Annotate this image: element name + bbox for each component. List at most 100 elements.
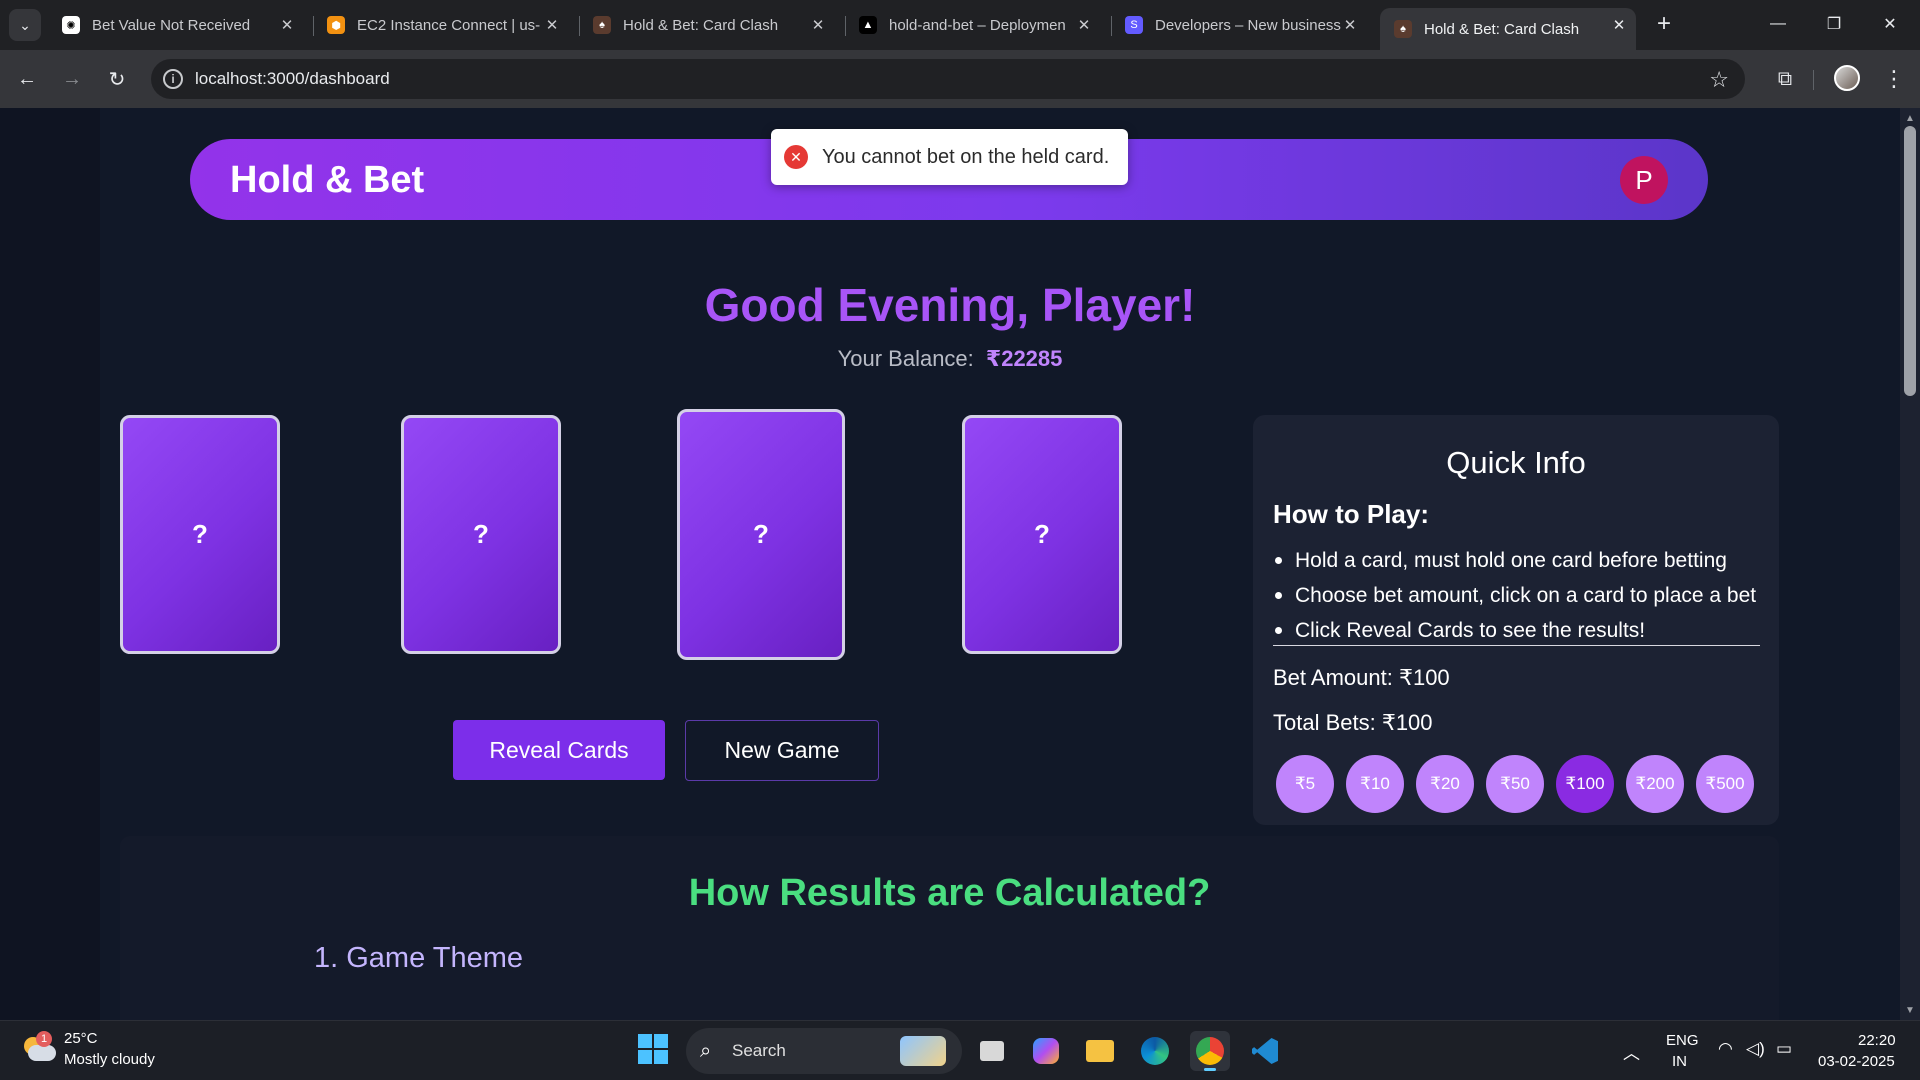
divider	[1273, 645, 1760, 646]
weather-temp[interactable]: 25°C	[64, 1030, 98, 1047]
page-scrollbar[interactable]: ▲ ▼	[1900, 108, 1920, 1020]
address-bar[interactable]: i localhost:3000/dashboard ☆	[151, 59, 1745, 99]
language-indicator[interactable]: ENG	[1666, 1032, 1699, 1049]
chevron-up-icon[interactable]: ︿	[1623, 1039, 1640, 1064]
game-card-1[interactable]: ?	[120, 415, 280, 654]
list-item: Choose bet amount, click on a card to pl…	[1273, 578, 1756, 613]
greeting-heading: Good Evening, Player!	[704, 279, 1196, 331]
browser-toolbar: ← → ↻ i localhost:3000/dashboard ☆ ⧉ ⋮	[0, 50, 1920, 108]
card-face-text: ?	[192, 519, 208, 549]
windows-start-icon[interactable]	[638, 1034, 670, 1066]
tab-title: hold-and-bet – Deploymen	[889, 16, 1066, 34]
balance-label: Your Balance:	[837, 346, 974, 371]
browser-tab-5[interactable]: S Developers – New business ✕	[1111, 8, 1367, 42]
new-game-button[interactable]: New Game	[685, 720, 879, 781]
file-explorer-icon[interactable]	[1080, 1031, 1120, 1071]
tab-title: EC2 Instance Connect | us-	[357, 16, 541, 34]
tab-search-button[interactable]: ⌄	[9, 9, 41, 41]
bullet-icon	[1275, 627, 1282, 634]
scroll-up-icon[interactable]: ▲	[1904, 112, 1916, 124]
list-item: Hold a card, must hold one card before b…	[1273, 543, 1756, 578]
chip-5[interactable]: ₹5	[1276, 755, 1334, 813]
error-toast: ✕ You cannot bet on the held card.	[771, 129, 1128, 185]
toast-message: You cannot bet on the held card.	[822, 145, 1110, 168]
cloud-shape	[28, 1045, 56, 1061]
quick-info-title: Quick Info	[1446, 445, 1586, 480]
error-icon: ✕	[784, 145, 808, 169]
aws-icon: ⬢	[327, 16, 345, 34]
game-card-3-held[interactable]: ?	[677, 409, 845, 660]
browser-tab-3[interactable]: ♠ Hold & Bet: Card Clash ✕	[579, 8, 835, 42]
scrollbar-thumb[interactable]	[1904, 126, 1916, 396]
chip-200[interactable]: ₹200	[1626, 755, 1684, 813]
kebab-menu-icon[interactable]: ⋮	[1880, 63, 1908, 95]
card-face-text: ?	[1034, 519, 1050, 549]
game-card-4[interactable]: ?	[962, 415, 1122, 654]
url-text[interactable]: localhost:3000/dashboard	[195, 69, 390, 89]
chip-500[interactable]: ₹500	[1696, 755, 1754, 813]
battery-icon[interactable]: ▭	[1776, 1039, 1792, 1059]
copilot-icon[interactable]	[1026, 1031, 1066, 1071]
total-bets-text: Total Bets: ₹100	[1273, 710, 1433, 735]
region-indicator[interactable]: IN	[1672, 1053, 1687, 1070]
bullet-icon	[1275, 592, 1282, 599]
tab-title: Bet Value Not Received	[92, 16, 251, 34]
browser-tab-1[interactable]: ✺ Bet Value Not Received ✕	[48, 8, 304, 42]
reload-icon[interactable]: ↻	[101, 63, 133, 95]
close-icon[interactable]: ✕	[1610, 16, 1628, 34]
vscode-icon[interactable]	[1245, 1031, 1285, 1071]
extensions-icon[interactable]: ⧉	[1769, 63, 1801, 95]
forward-arrow-icon[interactable]: →	[56, 63, 88, 95]
wifi-icon[interactable]: ◠	[1718, 1039, 1733, 1059]
list-item: Click Reveal Cards to see the results!	[1273, 613, 1756, 648]
search-highlight-image	[900, 1036, 946, 1066]
taskbar-search[interactable]: ⌕ Search	[686, 1028, 962, 1074]
chrome-icon[interactable]	[1190, 1031, 1230, 1071]
search-icon: ⌕	[700, 1040, 712, 1062]
close-window-icon[interactable]: ✕	[1867, 8, 1913, 40]
game-card-2[interactable]: ?	[401, 415, 561, 654]
chip-20[interactable]: ₹20	[1416, 755, 1474, 813]
browser-tab-4[interactable]: ▲ hold-and-bet – Deploymen ✕	[845, 8, 1101, 42]
profile-avatar[interactable]	[1834, 65, 1860, 91]
balance-value: ₹22285	[985, 346, 1063, 371]
rule-text: Hold a card, must hold one card before b…	[1295, 548, 1727, 572]
site-info-icon[interactable]: i	[163, 69, 183, 89]
reveal-cards-button[interactable]: Reveal Cards	[453, 720, 665, 780]
clock-time[interactable]: 22:20	[1858, 1032, 1896, 1049]
browser-tab-6-active[interactable]: ♠ Hold & Bet: Card Clash ✕	[1380, 8, 1636, 50]
new-tab-button[interactable]: +	[1650, 10, 1678, 38]
clock-date[interactable]: 03-02-2025	[1818, 1053, 1895, 1070]
close-icon[interactable]: ✕	[543, 16, 561, 34]
windows-taskbar: 1 25°C Mostly cloudy ⌕ Search ︿ ENG IN ◠…	[0, 1020, 1920, 1080]
browser-tab-2[interactable]: ⬢ EC2 Instance Connect | us- ✕	[313, 8, 569, 42]
close-icon[interactable]: ✕	[809, 16, 827, 34]
restore-icon[interactable]: ❐	[1811, 8, 1857, 40]
weather-icon[interactable]: 1	[22, 1031, 56, 1063]
tab-title: Developers – New business	[1155, 16, 1341, 34]
chip-10[interactable]: ₹10	[1346, 755, 1404, 813]
page-viewport: Hold & Bet P ✕ You cannot bet on the hel…	[0, 108, 1900, 1020]
quick-info-panel: Quick Info How to Play: Hold a card, mus…	[1253, 415, 1779, 825]
browser-tab-bar: ⌄ ✺ Bet Value Not Received ✕ ⬢ EC2 Insta…	[0, 0, 1920, 50]
chip-100-selected[interactable]: ₹100	[1556, 755, 1614, 813]
close-icon[interactable]: ✕	[278, 16, 296, 34]
scroll-down-icon[interactable]: ▼	[1904, 1004, 1916, 1016]
task-view-icon[interactable]	[972, 1031, 1012, 1071]
weather-condition[interactable]: Mostly cloudy	[64, 1051, 155, 1068]
back-arrow-icon[interactable]: ←	[11, 63, 43, 95]
close-icon[interactable]: ✕	[1341, 16, 1359, 34]
chip-50[interactable]: ₹50	[1486, 755, 1544, 813]
minimize-icon[interactable]: —	[1755, 8, 1801, 40]
bookmark-star-icon[interactable]: ☆	[1709, 67, 1729, 93]
rule-text: Click Reveal Cards to see the results!	[1295, 618, 1646, 642]
volume-icon[interactable]: ◁)	[1746, 1039, 1765, 1059]
brand-title[interactable]: Hold & Bet	[230, 159, 424, 202]
edge-icon[interactable]	[1135, 1031, 1175, 1071]
card-face-text: ?	[473, 519, 489, 549]
results-section: How Results are Calculated? 1. Game Them…	[120, 836, 1779, 1020]
user-avatar[interactable]: P	[1620, 156, 1668, 204]
close-icon[interactable]: ✕	[1075, 16, 1093, 34]
vercel-icon: ▲	[859, 16, 877, 34]
app-icon: ♠	[593, 16, 611, 34]
